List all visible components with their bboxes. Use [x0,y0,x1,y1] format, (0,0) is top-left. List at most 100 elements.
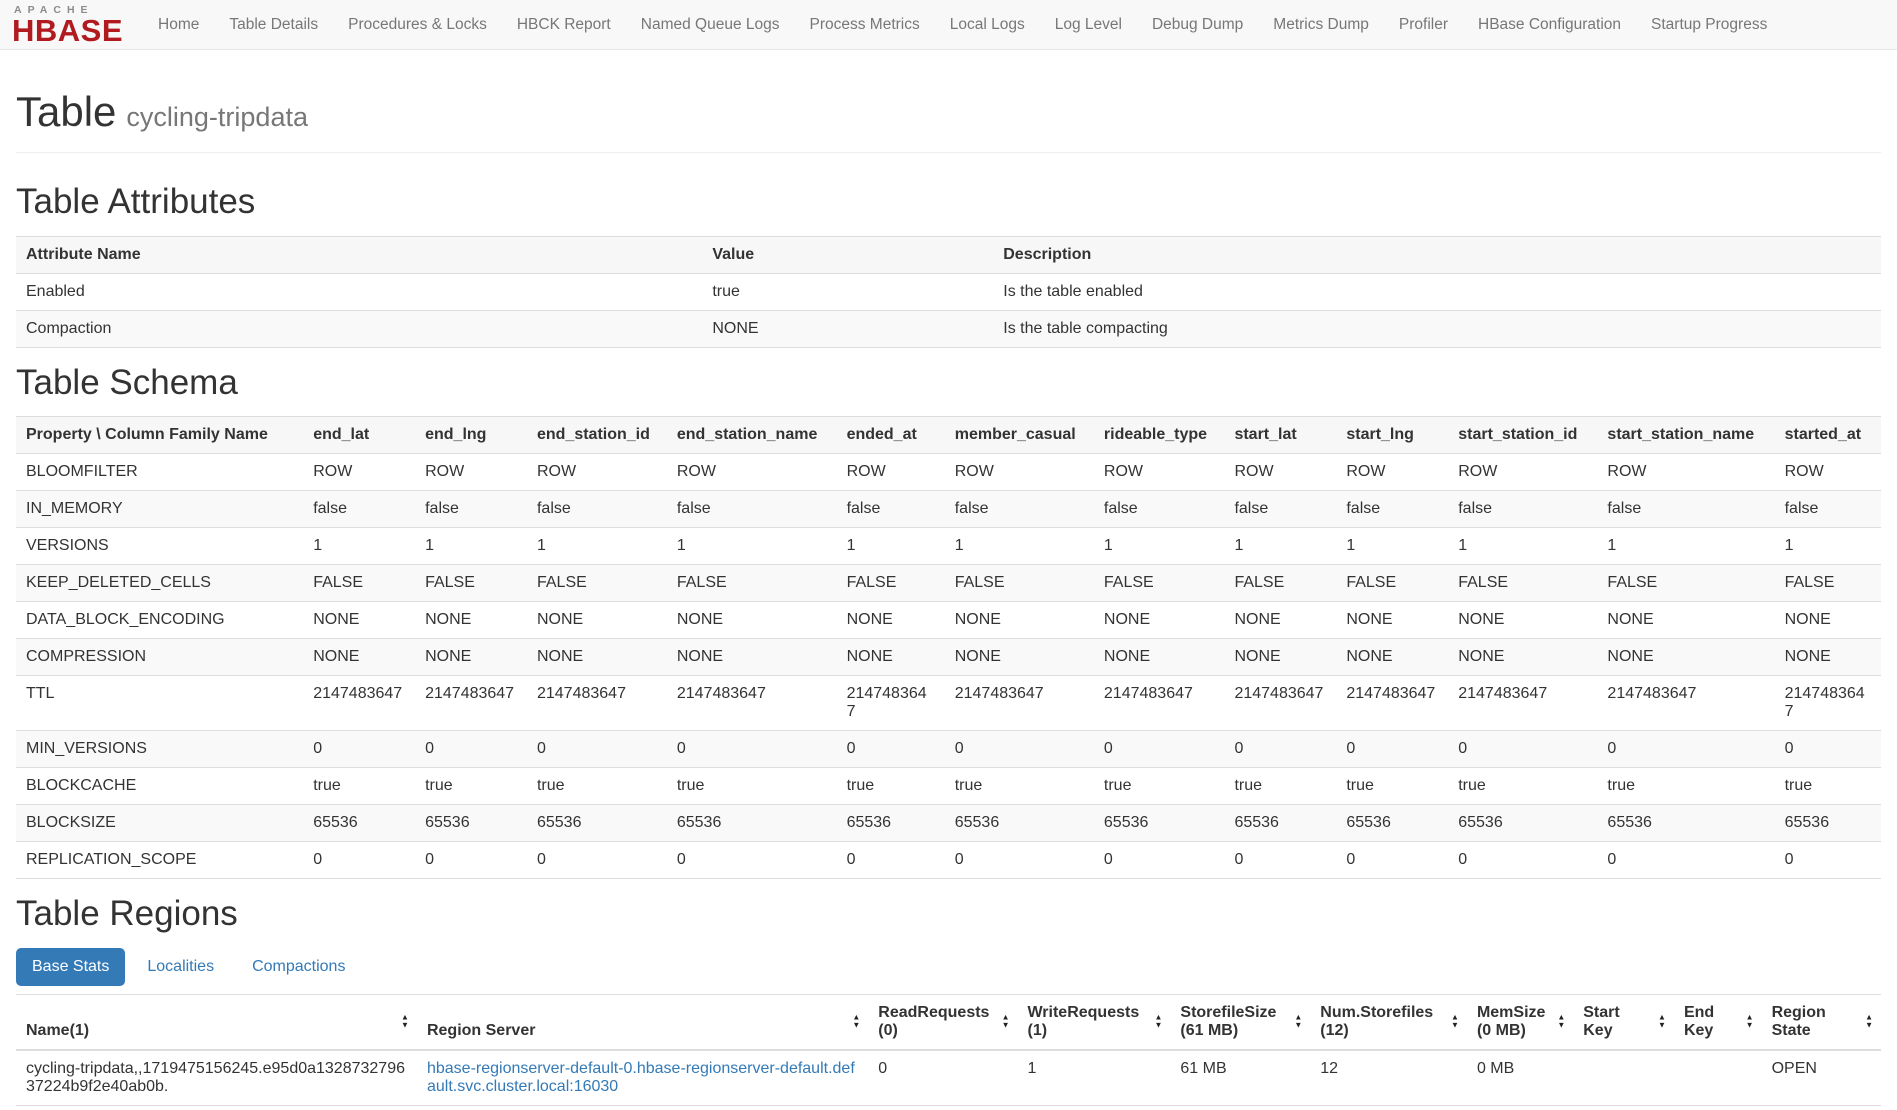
schema-value-cell: NONE [303,602,415,639]
nav-list-item: Process Metrics [794,0,934,50]
sort-icon[interactable]: ▲▼ [1451,1013,1459,1030]
schema-property-cell: IN_MEMORY [16,491,303,528]
nav-item-metrics-dump[interactable]: Metrics Dump [1258,0,1384,50]
sort-icon[interactable]: ▲▼ [1865,1013,1873,1030]
schema-value-cell: ROW [1597,454,1774,491]
schema-value-cell: 1 [1448,528,1597,565]
attributes-col-description: Description [993,236,1881,273]
nav-item-procedures-locks[interactable]: Procedures & Locks [333,0,502,50]
sort-icon[interactable]: ▲▼ [1658,1013,1666,1030]
schema-value-cell: false [303,491,415,528]
region-state-cell: OPEN [1762,1050,1881,1106]
schema-value-cell: NONE [1336,639,1448,676]
sort-icon[interactable]: ▲▼ [1557,1013,1565,1030]
nav-item-log-level[interactable]: Log Level [1040,0,1137,50]
regions-col-region-state[interactable]: Region State▲▼ [1762,994,1881,1050]
sort-down-arrow: ▼ [1451,1022,1459,1030]
nav-item-process-metrics[interactable]: Process Metrics [794,0,934,50]
nav-item-local-logs[interactable]: Local Logs [935,0,1040,50]
sort-icon[interactable]: ▲▼ [1294,1013,1302,1030]
regions-heading: Table Regions [16,895,1881,934]
regions-col-storefilesize-61-mb[interactable]: StorefileSize (61 MB)▲▼ [1170,994,1310,1050]
tab-compactions[interactable]: Compactions [236,948,361,986]
schema-value-cell: 1 [945,528,1094,565]
nav-item-table-details[interactable]: Table Details [214,0,333,50]
tab-localities[interactable]: Localities [131,948,230,986]
schema-value-cell: 65536 [1094,805,1225,842]
tab-base-stats[interactable]: Base Stats [16,948,125,986]
sort-icon[interactable]: ▲▼ [1746,1013,1754,1030]
schema-value-cell: 2147483647 [1775,676,1881,731]
nav-item-debug-dump[interactable]: Debug Dump [1137,0,1258,50]
schema-col-started-at: started_at [1775,417,1881,454]
schema-header-row: Property \ Column Family Nameend_lat end_… [16,417,1881,454]
regions-col-region-server[interactable]: Region Server▲▼ [417,994,868,1050]
nav-item-hbase-configuration[interactable]: HBase Configuration [1463,0,1636,50]
schema-value-cell: true [1094,768,1225,805]
schema-value-cell: FALSE [1336,565,1448,602]
schema-value-cell: 1 [1775,528,1881,565]
schema-value-cell: 0 [667,842,837,879]
nav-list-item: Table Details [214,0,333,50]
regions-col-readrequests-0[interactable]: ReadRequests (0)▲▼ [868,994,1017,1050]
regions-tabs: Base StatsLocalitiesCompactions [16,948,1881,986]
schema-col-property-column-family-name: Property \ Column Family Name [16,417,303,454]
schema-value-cell: NONE [1597,602,1774,639]
nav-item-named-queue-logs[interactable]: Named Queue Logs [626,0,795,50]
schema-value-cell: 0 [1597,842,1774,879]
regions-col-label: Start Key [1583,1004,1619,1039]
nav-item-startup-progress[interactable]: Startup Progress [1636,0,1782,50]
schema-value-cell: false [1224,491,1336,528]
schema-value-cell: ROW [303,454,415,491]
schema-value-cell: false [527,491,667,528]
schema-value-cell: FALSE [527,565,667,602]
table-row: VERSIONS111111111111 [16,528,1881,565]
sort-icon[interactable]: ▲▼ [852,1013,860,1030]
sort-icon[interactable]: ▲▼ [401,1013,409,1030]
schema-value-cell: true [415,768,527,805]
regions-col-start-key[interactable]: Start Key ▲▼ [1573,994,1674,1050]
regions-col-label: WriteRequests (1) [1027,1004,1139,1039]
schema-value-cell: ROW [945,454,1094,491]
regions-col-name-1[interactable]: Name(1)▲▼ [16,994,417,1050]
sort-icon[interactable]: ▲▼ [1154,1013,1162,1030]
table-row: EnabledtrueIs the table enabled [16,273,1881,310]
schema-value-cell: 0 [1224,842,1336,879]
nav-list-item: Procedures & Locks [333,0,502,50]
schema-value-cell: ROW [527,454,667,491]
schema-value-cell: 65536 [1336,805,1448,842]
schema-value-cell: ROW [1094,454,1225,491]
table-row: REPLICATION_SCOPE000000000000 [16,842,1881,879]
nav-item-hbck-report[interactable]: HBCK Report [502,0,626,50]
schema-value-cell: NONE [837,639,945,676]
attribute-value-cell: true [702,273,993,310]
hbase-logo[interactable]: APACHE HBASE [12,5,123,45]
nav-item-profiler[interactable]: Profiler [1384,0,1463,50]
nav-list-item: Profiler [1384,0,1463,50]
top-navbar: APACHE HBASE HomeTable DetailsProcedures… [0,0,1897,50]
schema-value-cell: 0 [527,842,667,879]
regions-col-num-storefiles-12[interactable]: Num.Storefiles (12)▲▼ [1310,994,1467,1050]
regions-col-end-key[interactable]: End Key▲▼ [1674,994,1762,1050]
schema-value-cell: 0 [945,731,1094,768]
schema-col-end-lat: end_lat [303,417,415,454]
schema-value-cell: 0 [303,842,415,879]
table-row: CompactionNONEIs the table compacting [16,310,1881,347]
schema-property-cell: BLOCKCACHE [16,768,303,805]
schema-value-cell: 65536 [1597,805,1774,842]
table-row: KEEP_DELETED_CELLSFALSEFALSEFALSEFALSEFA… [16,565,1881,602]
nav-item-home[interactable]: Home [143,0,214,50]
sort-down-arrow: ▼ [401,1022,409,1030]
schema-value-cell: 65536 [1775,805,1881,842]
table-row: TTL2147483647214748364721474836472147483… [16,676,1881,731]
schema-col-end-station-name: end_station_name [667,417,837,454]
schema-value-cell: 65536 [667,805,837,842]
attribute-name-cell: Compaction [16,310,702,347]
schema-value-cell: 0 [837,842,945,879]
regions-col-memsize-0-mb[interactable]: MemSize (0 MB)▲▼ [1467,994,1573,1050]
sort-icon[interactable]: ▲▼ [1002,1013,1010,1030]
schema-value-cell: 1 [837,528,945,565]
region-server-link[interactable]: hbase-regionserver-default-0.hbase-regio… [427,1060,855,1095]
schema-col-end-station-id: end_station_id [527,417,667,454]
regions-col-writerequests-1[interactable]: WriteRequests (1) ▲▼ [1017,994,1170,1050]
